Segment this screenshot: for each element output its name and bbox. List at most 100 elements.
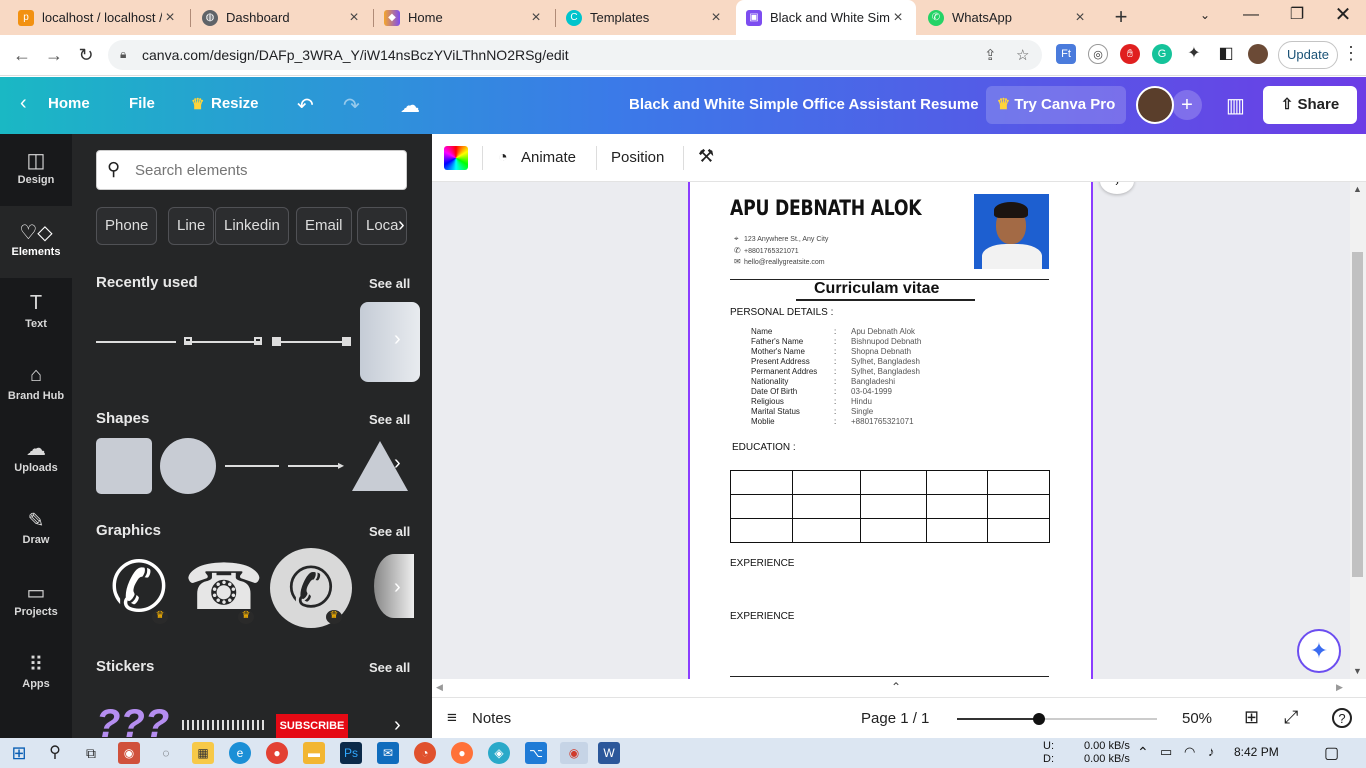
rail-item-elements[interactable]: ♡◇ Elements xyxy=(0,206,72,278)
back-arrow-icon[interactable]: ← xyxy=(10,43,34,67)
maximize-button[interactable]: ❐ xyxy=(1274,0,1320,32)
personal-row[interactable]: Religious: Hindu xyxy=(751,397,951,407)
scroll-right-icon[interactable]: ▶ xyxy=(1336,682,1343,693)
chevron-right-icon[interactable]: › xyxy=(394,328,401,351)
profile-avatar[interactable] xyxy=(1248,44,1268,64)
personal-row[interactable]: Mother's Name: Shopna Debnath xyxy=(751,347,951,357)
soundwave-sticker[interactable] xyxy=(182,720,266,730)
rail-item-text[interactable]: T Text xyxy=(0,278,72,350)
photoshop-icon[interactable]: Ps xyxy=(340,742,362,764)
search-input[interactable] xyxy=(135,159,395,181)
education-label[interactable]: EDUCATION : xyxy=(732,442,796,453)
search-elements-box[interactable]: ⚲ xyxy=(96,150,407,190)
resume-name[interactable]: APU DEBNATH ALOK xyxy=(730,196,922,220)
paint-roller-icon[interactable]: ⚒ xyxy=(698,146,714,167)
app-icon[interactable]: ◌ xyxy=(155,742,177,764)
close-window-button[interactable]: ✕ xyxy=(1320,0,1366,32)
chevron-right-icon[interactable]: › xyxy=(394,576,401,599)
recent-line-item[interactable] xyxy=(186,341,262,343)
recent-line-item[interactable] xyxy=(274,341,350,343)
notification-icon[interactable]: ▢ xyxy=(1324,743,1339,763)
resize-button[interactable]: Resize xyxy=(211,95,259,112)
circle-shape[interactable] xyxy=(160,438,216,494)
page-options-icon[interactable]: › xyxy=(1100,182,1134,194)
chevron-right-icon[interactable]: › xyxy=(398,214,405,237)
personal-row[interactable]: Moblie: +8801765321071 xyxy=(751,417,951,427)
divider-line[interactable] xyxy=(730,676,1049,677)
chrome-active-icon[interactable]: ◉ xyxy=(560,742,588,764)
profile-photo[interactable] xyxy=(974,194,1049,269)
app-icon[interactable]: ◈ xyxy=(488,742,510,764)
notes-button[interactable]: Notes xyxy=(472,710,511,727)
color-picker-swatch[interactable] xyxy=(444,146,468,170)
firefox-icon[interactable]: ● xyxy=(451,742,473,764)
fullscreen-icon[interactable]: ⤢ xyxy=(1284,707,1298,728)
close-icon[interactable]: × xyxy=(1072,9,1088,27)
vertical-scrollbar[interactable]: ▲ ▼ xyxy=(1350,182,1366,679)
zoom-slider-knob[interactable] xyxy=(1033,713,1045,725)
wifi-icon[interactable]: ◠ xyxy=(1184,744,1195,760)
heading-underline[interactable] xyxy=(796,299,975,301)
tab-search-chevron-icon[interactable]: ⌄ xyxy=(1182,0,1228,32)
resume-phone[interactable]: ✆ +8801765321071 xyxy=(734,246,799,255)
home-button[interactable]: Home xyxy=(48,95,90,112)
subscribe-sticker[interactable]: SUBSCRIBE xyxy=(276,714,348,738)
personal-row[interactable]: Nationality: Bangladeshi xyxy=(751,377,951,387)
scrollbar-thumb[interactable] xyxy=(1352,252,1363,577)
rail-item-design[interactable]: ◫ Design xyxy=(0,134,72,206)
rail-item-apps[interactable]: ⠿ Apps xyxy=(0,638,72,710)
mail-icon[interactable]: ✉ xyxy=(377,742,399,764)
store-icon[interactable]: ▦ xyxy=(192,742,214,764)
tab-templates[interactable]: C Templates × xyxy=(556,0,734,35)
redo-icon[interactable]: ↷ xyxy=(343,93,360,118)
see-all-recent[interactable]: See all xyxy=(369,276,410,291)
tab-home[interactable]: ◆ Home × xyxy=(374,0,554,35)
chip-email[interactable]: Email xyxy=(296,207,352,245)
resume-page[interactable]: APU DEBNATH ALOK ⌖ 123 Anywhere St., Any … xyxy=(688,182,1093,679)
resume-heading[interactable]: Curriculam vitae xyxy=(814,280,939,298)
rail-item-projects[interactable]: ▭ Projects xyxy=(0,566,72,638)
file-explorer-icon[interactable]: ▬ xyxy=(303,742,325,764)
tab-whatsapp[interactable]: ✆ WhatsApp × xyxy=(918,0,1098,35)
chip-line[interactable]: Line xyxy=(168,207,215,245)
share-button[interactable]: ⇧ Share xyxy=(1263,86,1357,124)
extension-adblock-icon[interactable]: ✋︎ xyxy=(1120,44,1140,64)
volume-icon[interactable]: ♪ xyxy=(1208,744,1215,759)
personal-row[interactable]: Date Of Birth: 03-04-1999 xyxy=(751,387,951,397)
system-clock[interactable]: 8:42 PM xyxy=(1234,745,1279,759)
personal-row[interactable]: Name: Apu Debnath Alok xyxy=(751,327,951,337)
close-icon[interactable]: × xyxy=(890,9,906,27)
file-menu-button[interactable]: File xyxy=(129,95,155,112)
question-marks-sticker[interactable]: ??? xyxy=(96,700,170,738)
tab-resume-active[interactable]: ▣ Black and White Simp × xyxy=(736,0,916,35)
add-collaborator-button[interactable]: + xyxy=(1172,90,1202,120)
scroll-down-icon[interactable]: ▼ xyxy=(1353,666,1362,676)
forward-arrow-icon[interactable]: → xyxy=(42,43,66,67)
app-icon[interactable]: ◔ xyxy=(414,742,436,764)
personal-row[interactable]: Present Address: Sylhet, Bangladesh xyxy=(751,357,951,367)
square-shape[interactable] xyxy=(96,438,152,494)
zoom-level[interactable]: 50% xyxy=(1182,710,1212,727)
close-icon[interactable]: × xyxy=(708,9,724,27)
animate-button[interactable]: Animate xyxy=(521,149,576,166)
edge-icon[interactable]: e xyxy=(229,742,251,764)
rail-item-brand-hub[interactable]: ⌂ Brand Hub xyxy=(0,350,72,422)
help-icon[interactable]: ? xyxy=(1332,708,1352,728)
user-avatar[interactable] xyxy=(1136,86,1174,124)
insights-chart-icon[interactable]: ▥ xyxy=(1226,93,1245,118)
update-button[interactable]: Update xyxy=(1278,41,1338,69)
close-icon[interactable]: × xyxy=(162,9,178,27)
tab-dashboard[interactable]: ◍ Dashboard × xyxy=(192,0,372,35)
close-icon[interactable]: × xyxy=(346,9,362,27)
chip-linkedin[interactable]: Linkedin xyxy=(215,207,289,245)
chrome-icon[interactable]: ● xyxy=(266,742,288,764)
resume-address[interactable]: ⌖ 123 Anywhere St., Any City xyxy=(734,234,828,244)
chevron-right-icon[interactable]: › xyxy=(394,714,401,737)
zoom-slider[interactable] xyxy=(957,713,1157,725)
position-button[interactable]: Position xyxy=(611,149,664,166)
battery-icon[interactable]: ▭ xyxy=(1160,744,1172,760)
line-shape[interactable] xyxy=(225,465,279,467)
bookmark-star-icon[interactable]: ☆ xyxy=(1016,46,1029,64)
personal-details-label[interactable]: PERSONAL DETAILS : xyxy=(730,307,833,318)
grid-view-icon[interactable]: ⊞ xyxy=(1244,707,1259,728)
